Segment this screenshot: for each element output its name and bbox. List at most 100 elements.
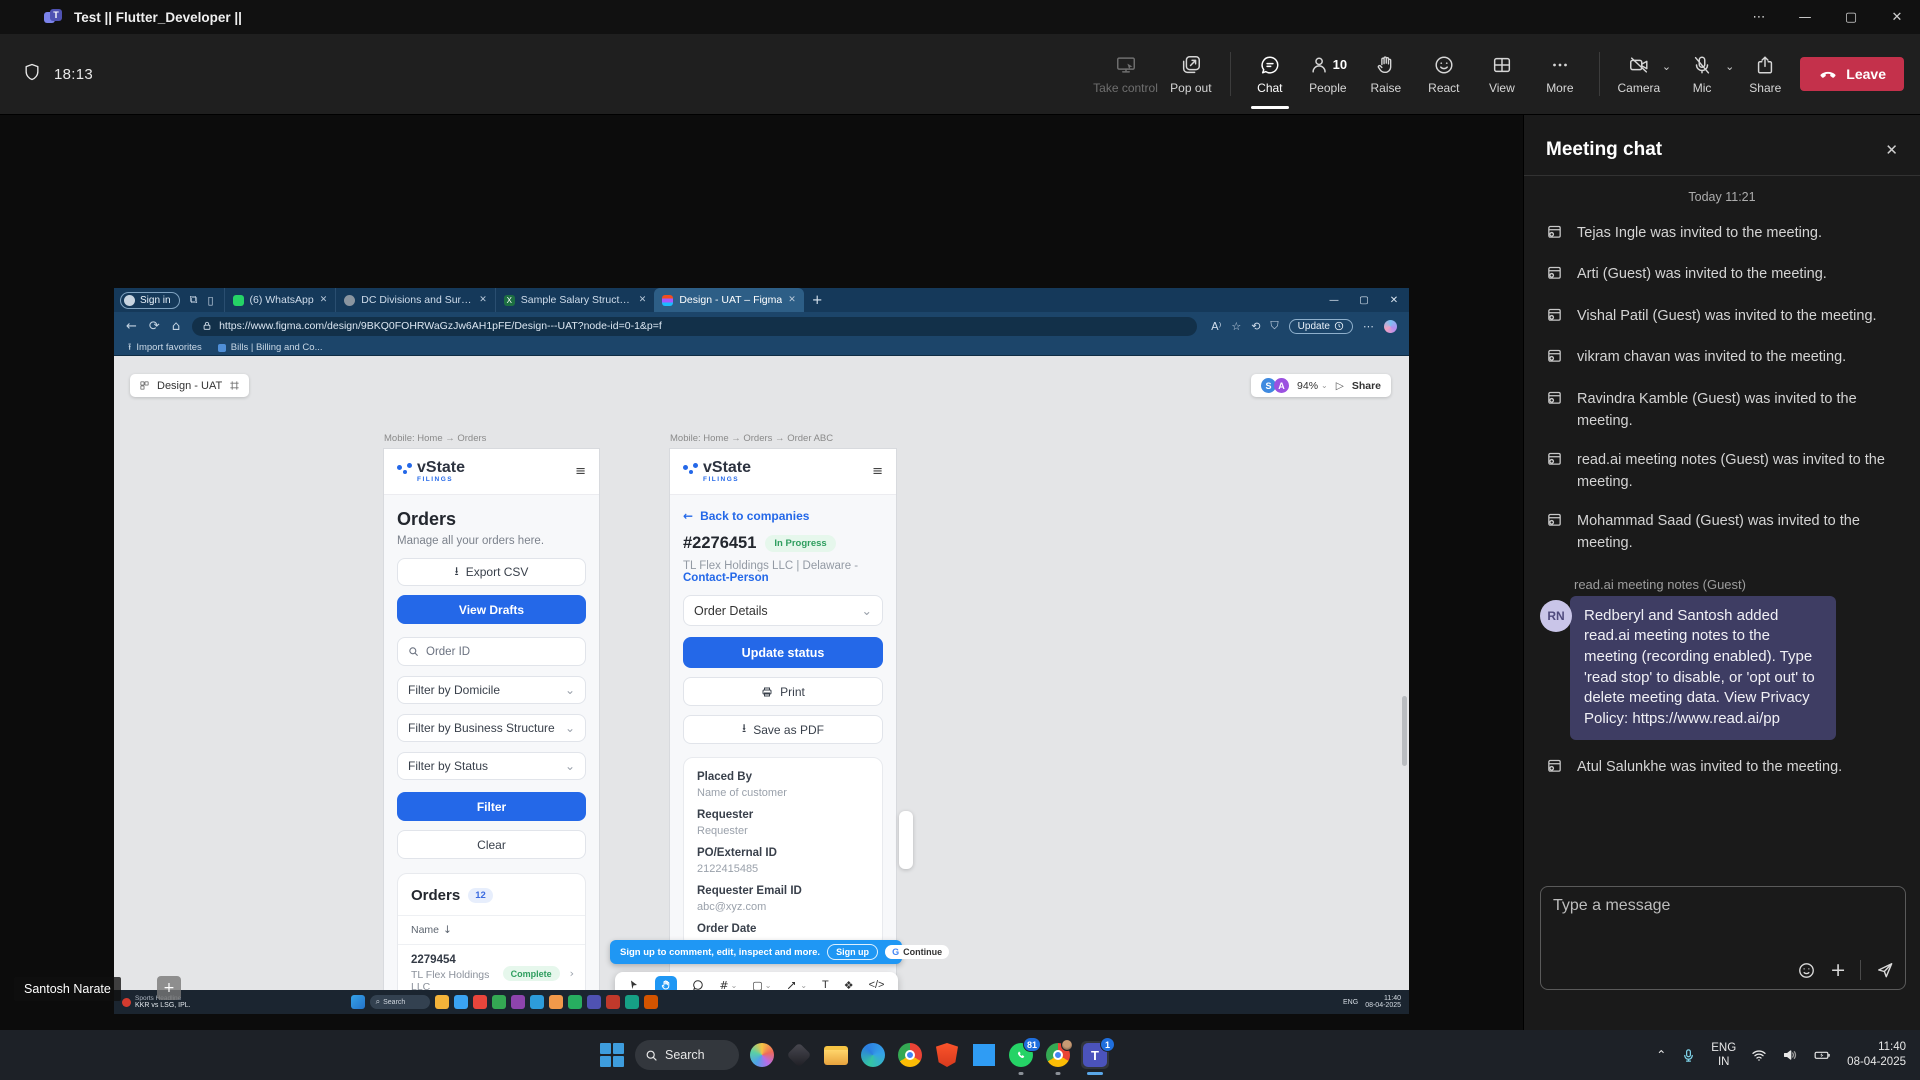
volume-icon[interactable]: [1782, 1047, 1798, 1063]
whatsapp-icon[interactable]: 81: [1007, 1041, 1035, 1069]
pop-out-button[interactable]: Pop out: [1162, 48, 1220, 101]
tab-actions-icon[interactable]: ⧉: [190, 293, 198, 307]
figma-doc-chip[interactable]: Design - UAT: [130, 374, 249, 397]
frame-label[interactable]: Mobile: Home → Orders → Order ABC: [670, 433, 833, 444]
dev-mode-tool[interactable]: </>: [869, 979, 885, 990]
browser-tab[interactable]: DC Divisions and Surroundings✕: [335, 288, 495, 312]
tab-close-icon[interactable]: ✕: [788, 295, 796, 305]
view-button[interactable]: View: [1473, 48, 1531, 101]
order-detail-mockup-frame[interactable]: vStateFILINGS ≡ ←Back to companies #2276…: [669, 448, 897, 990]
browser-tab-active[interactable]: Design - UAT – Figma✕: [654, 288, 803, 312]
people-button[interactable]: 10 People: [1299, 48, 1357, 101]
comment-tool[interactable]: [692, 979, 704, 990]
teams-taskbar-icon[interactable]: T 1: [1081, 1041, 1109, 1069]
collaborator-avatar[interactable]: A: [1274, 378, 1289, 393]
add-overlay-button[interactable]: +: [157, 976, 181, 1000]
figma-share-button[interactable]: Share: [1352, 380, 1381, 392]
battery-icon[interactable]: [1813, 1047, 1832, 1063]
raise-hand-button[interactable]: Raise: [1357, 48, 1415, 101]
figma-canvas[interactable]: Design - UAT S A 94%⌄ ▷ Share Mobile: Ho…: [114, 356, 1409, 990]
window-maximize-button[interactable]: ▢: [1828, 10, 1874, 25]
mic-button[interactable]: Mic: [1673, 48, 1731, 101]
shared-browser-window[interactable]: Sign in ⧉ ▯ (6) WhatsApp✕ DC Divisions a…: [114, 288, 1409, 990]
browser-profile-button[interactable]: Sign in: [120, 292, 180, 309]
tab-close-icon[interactable]: ✕: [479, 295, 487, 305]
frame-label[interactable]: Mobile: Home → Orders: [384, 433, 486, 444]
camera-button[interactable]: Camera: [1610, 48, 1668, 101]
hand-tool-active[interactable]: [655, 976, 677, 990]
bookmark-item[interactable]: ⭱Import favorites: [128, 340, 202, 356]
more-button[interactable]: More: [1531, 48, 1589, 101]
connector-tool[interactable]: ⌄: [786, 979, 807, 990]
send-icon[interactable]: [1875, 960, 1895, 980]
chat-close-icon[interactable]: ✕: [1885, 141, 1898, 159]
read-aloud-icon[interactable]: A⁾: [1211, 320, 1221, 333]
vscode-icon[interactable]: [970, 1041, 998, 1069]
home-icon[interactable]: ⌂: [172, 319, 180, 334]
copilot-icon[interactable]: [1384, 320, 1397, 333]
text-tool[interactable]: T: [822, 979, 829, 990]
new-tab-button[interactable]: +: [812, 293, 823, 308]
attach-plus-icon[interactable]: +: [1830, 959, 1846, 981]
sync-icon[interactable]: ⟲: [1251, 320, 1260, 333]
chrome-profile-icon[interactable]: [1044, 1041, 1072, 1069]
brave-icon[interactable]: [933, 1041, 961, 1069]
teams-logo-icon: T: [44, 8, 62, 26]
shield-icon: [22, 62, 42, 87]
page-scrollbar[interactable]: [1402, 696, 1407, 766]
favorites-icon[interactable]: ⛉: [1270, 319, 1278, 333]
tray-expand-chevron[interactable]: ⌃: [1656, 1048, 1666, 1062]
refresh-icon[interactable]: ⟳: [149, 319, 160, 334]
bookmark-item[interactable]: Bills | Billing and Co...: [218, 342, 323, 353]
chat-input[interactable]: +: [1540, 886, 1906, 990]
components-tool[interactable]: ❖: [844, 979, 854, 991]
browser-close-button[interactable]: ✕: [1379, 295, 1409, 306]
vertical-tabs-icon[interactable]: ▯: [207, 294, 213, 307]
update-browser-button[interactable]: Update: [1289, 319, 1353, 334]
share-button[interactable]: Share: [1736, 48, 1794, 101]
tab-close-icon[interactable]: ✕: [320, 295, 328, 305]
system-message: Vishal Patil (Guest) was invited to the …: [1524, 297, 1920, 338]
react-button[interactable]: React: [1415, 48, 1473, 101]
shape-tool[interactable]: ▢⌄: [752, 979, 771, 991]
window-more-icon[interactable]: ⋯: [1736, 10, 1782, 25]
google-continue-button[interactable]: GContinue: [885, 945, 949, 959]
taskbar-search[interactable]: Search: [635, 1040, 739, 1070]
teams-meeting-window: T Test || Flutter_Developer || ⋯ — ▢ ✕ 1…: [0, 0, 1920, 1080]
emoji-icon[interactable]: [1797, 961, 1816, 980]
chat-panel-title: Meeting chat: [1546, 139, 1662, 161]
language-indicator[interactable]: ENGIN: [1711, 1041, 1736, 1070]
orders-mockup-frame[interactable]: vStateFILINGS ≡ Orders Manage all your o…: [383, 448, 600, 990]
chrome-icon[interactable]: [896, 1041, 924, 1069]
window-minimize-button[interactable]: —: [1782, 10, 1828, 25]
zoom-menu[interactable]: 94%⌄: [1297, 380, 1328, 392]
app-icon[interactable]: [785, 1041, 813, 1069]
vstate-logo: vStateFILINGS: [683, 461, 751, 483]
copilot-taskbar-icon[interactable]: [748, 1041, 776, 1069]
download-icon: ⭳: [455, 562, 459, 583]
leave-button[interactable]: Leave: [1800, 57, 1904, 91]
browser-maximize-button[interactable]: ▢: [1349, 295, 1379, 306]
tray-mic-icon[interactable]: [1681, 1048, 1696, 1063]
url-field[interactable]: https://www.figma.com/design/9BKQ0FOHRWa…: [192, 317, 1197, 336]
figma-signup-button[interactable]: Sign up: [827, 944, 878, 960]
figma-favicon: [662, 295, 673, 306]
move-tool[interactable]: [628, 979, 640, 990]
file-explorer-icon[interactable]: [822, 1041, 850, 1069]
browser-more-icon[interactable]: ⋯: [1363, 320, 1374, 333]
message-input-field[interactable]: [1553, 897, 1893, 955]
start-button[interactable]: [598, 1041, 626, 1069]
back-icon[interactable]: ←: [126, 319, 137, 334]
taskbar-clock[interactable]: 11:4008-04-2025: [1847, 1040, 1906, 1070]
bookmark-star-icon[interactable]: ☆: [1231, 320, 1241, 333]
tab-close-icon[interactable]: ✕: [639, 295, 647, 305]
present-icon[interactable]: ▷: [1336, 380, 1344, 392]
chat-button[interactable]: Chat: [1241, 48, 1299, 101]
wifi-icon[interactable]: [1751, 1047, 1767, 1063]
window-close-button[interactable]: ✕: [1874, 10, 1920, 25]
browser-minimize-button[interactable]: —: [1319, 295, 1349, 306]
browser-tab[interactable]: X Sample Salary Structure with calc✕: [495, 288, 655, 312]
edge-icon[interactable]: [859, 1041, 887, 1069]
browser-tab[interactable]: (6) WhatsApp✕: [224, 288, 336, 312]
frame-tool[interactable]: #⌄: [719, 979, 737, 991]
